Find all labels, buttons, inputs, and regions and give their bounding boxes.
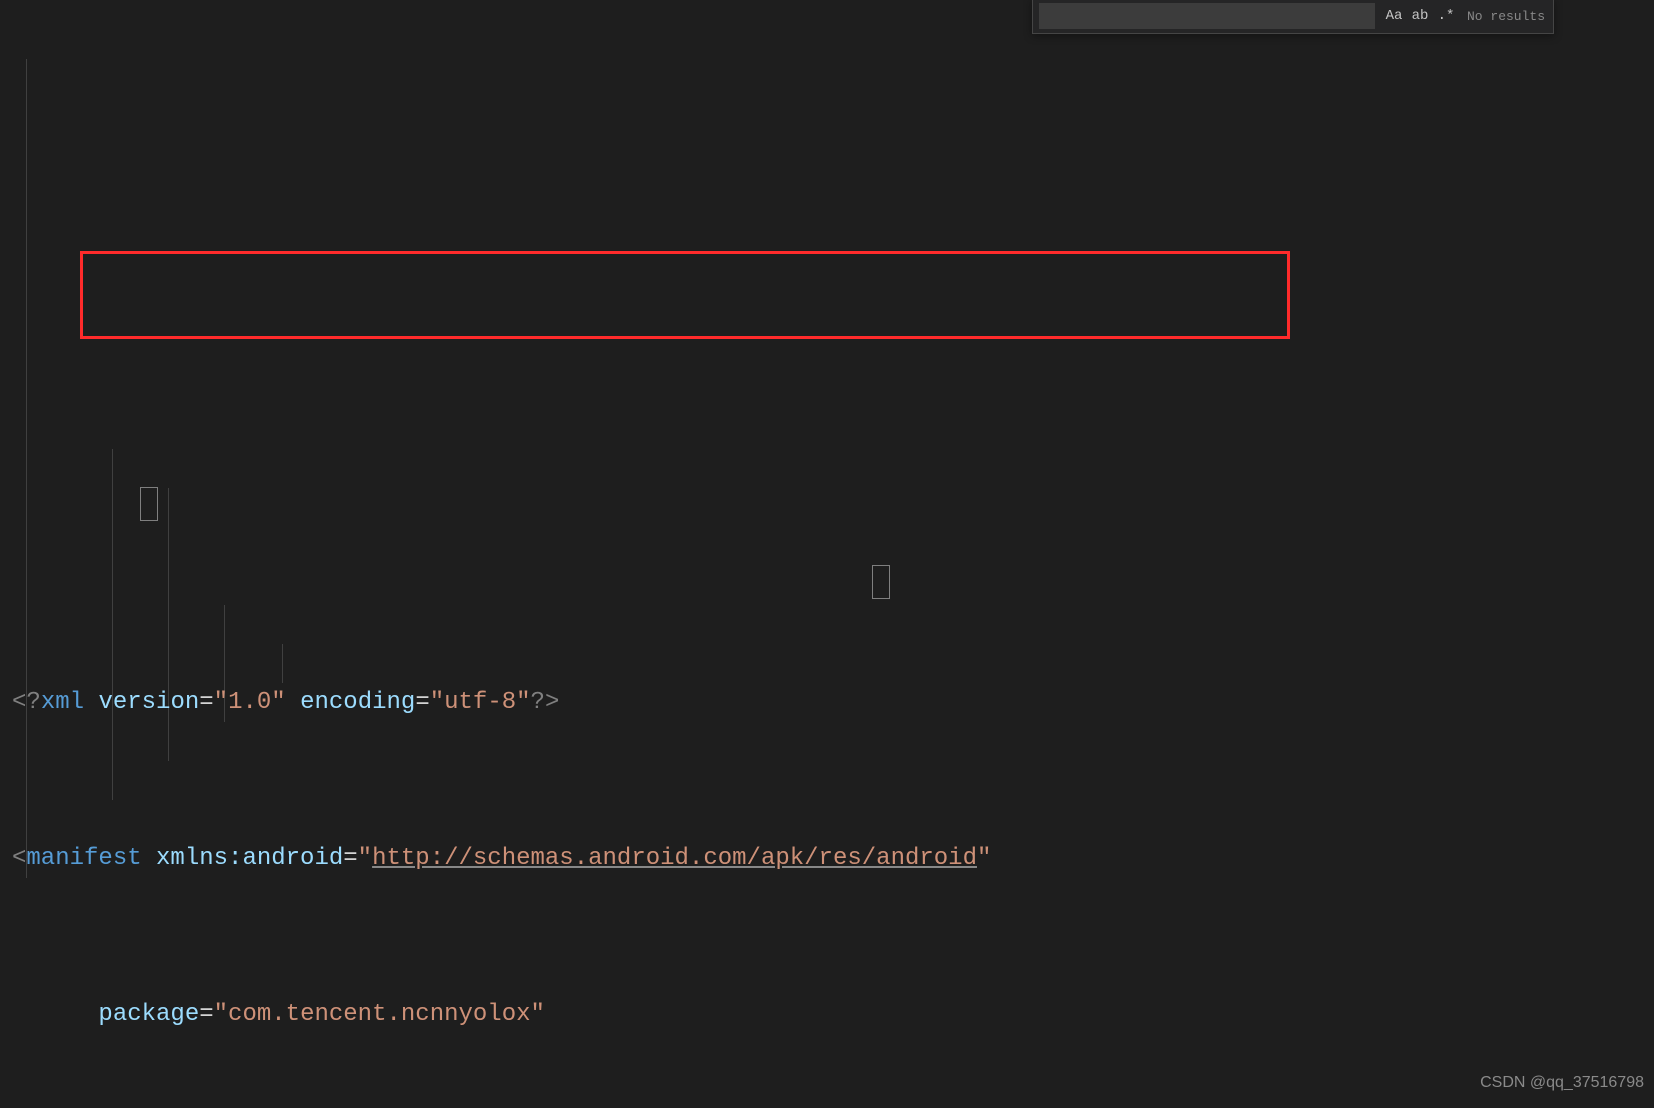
code-line[interactable]: <?xml version="1.0" encoding="utf-8"?> (12, 683, 1654, 722)
highlight-box (80, 251, 1290, 339)
code-line[interactable]: <manifest xmlns:android="http://schemas.… (12, 839, 1654, 878)
bracket-match-close (872, 565, 890, 599)
bracket-match-open (140, 487, 158, 521)
indent-guide (112, 449, 113, 800)
code-line[interactable]: package="com.tencent.ncnnyolox" (12, 995, 1654, 1034)
code-editor[interactable]: <?xml version="1.0" encoding="utf-8"?> <… (0, 0, 1654, 1108)
watermark: CSDN @qq_37516798 (1480, 1063, 1644, 1102)
indent-guide (282, 644, 283, 683)
indent-guide (26, 59, 27, 878)
namespace-link[interactable]: http://schemas.android.com/apk/res/andro… (372, 845, 977, 872)
